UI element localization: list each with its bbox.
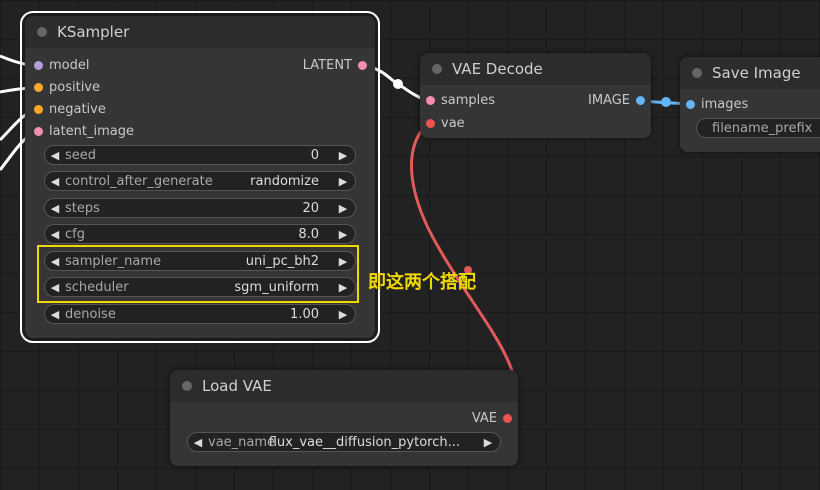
widget-vae-name[interactable]: ◀ vae_name flux_vae__diffusion_pytorch..…	[187, 432, 501, 452]
collapse-dot-icon[interactable]	[37, 27, 47, 37]
increment-arrow-icon[interactable]: ▶	[336, 172, 350, 192]
widget-name: denoise	[65, 307, 116, 322]
widget-value: flux_vae__diffusion_pytorch...	[268, 435, 460, 450]
ksampler-header[interactable]: KSampler	[25, 16, 375, 48]
output-slot-image[interactable]: IMAGE	[545, 93, 645, 109]
increment-arrow-icon[interactable]: ▶	[336, 305, 350, 325]
input-pin-icon[interactable]	[34, 105, 43, 114]
output-label: LATENT	[302, 58, 352, 73]
highlight-box	[37, 245, 359, 303]
collapse-dot-icon[interactable]	[692, 68, 702, 78]
widget-value: randomize	[250, 174, 319, 189]
widget-name: seed	[65, 148, 97, 163]
load-vae-title: Load VAE	[202, 377, 272, 395]
widget-value: 0	[310, 148, 319, 163]
wire-image-midpoint	[661, 97, 671, 107]
widget-name: control_after_generate	[65, 174, 213, 189]
input-pin-icon[interactable]	[686, 100, 695, 109]
input-label: latent_image	[49, 124, 135, 139]
input-label: samples	[441, 93, 496, 108]
collapse-dot-icon[interactable]	[182, 381, 192, 391]
vae-decode-node[interactable]: VAE Decode samples vae IMAGE	[420, 53, 651, 138]
vae-decode-title: VAE Decode	[452, 60, 543, 78]
output-pin-icon[interactable]	[503, 414, 512, 423]
load-vae-node[interactable]: Load VAE VAE ◀ vae_name flux_vae__diffus…	[170, 370, 518, 466]
decrement-arrow-icon[interactable]: ◀	[48, 146, 62, 166]
input-label: images	[701, 97, 749, 112]
output-pin-icon[interactable]	[636, 96, 645, 105]
input-label: vae	[441, 116, 465, 131]
decrement-arrow-icon[interactable]: ◀	[48, 172, 62, 192]
decrement-arrow-icon[interactable]: ◀	[48, 199, 62, 219]
annotation-text: 即这两个搭配	[368, 272, 476, 293]
decrement-arrow-icon[interactable]: ◀	[48, 225, 62, 245]
save-image-node[interactable]: Save Image images filename_prefix	[680, 57, 820, 152]
widget-cfg[interactable]: ◀ cfg 8.0 ▶	[44, 224, 356, 244]
wire-latent	[365, 64, 429, 103]
input-pin-icon[interactable]	[34, 127, 43, 136]
output-slot-latent[interactable]: LATENT	[267, 58, 367, 74]
collapse-dot-icon[interactable]	[432, 64, 442, 74]
widget-denoise[interactable]: ◀ denoise 1.00 ▶	[44, 304, 356, 324]
widget-seed[interactable]: ◀ seed 0 ▶	[44, 145, 356, 165]
load-vae-header[interactable]: Load VAE	[170, 370, 518, 402]
widget-control-after-generate[interactable]: ◀ control_after_generate randomize ▶	[44, 171, 356, 191]
widget-name: cfg	[65, 227, 85, 242]
input-label: negative	[49, 102, 106, 117]
input-label: positive	[49, 80, 100, 95]
output-label: VAE	[471, 411, 497, 426]
input-pin-icon[interactable]	[426, 96, 435, 105]
input-pin-icon[interactable]	[426, 119, 435, 128]
increment-arrow-icon[interactable]: ▶	[336, 225, 350, 245]
decrement-arrow-icon[interactable]: ◀	[191, 433, 205, 453]
increment-arrow-icon[interactable]: ▶	[336, 199, 350, 219]
widget-name: filename_prefix	[712, 121, 813, 136]
widget-value: 1.00	[290, 307, 319, 322]
decrement-arrow-icon[interactable]: ◀	[48, 305, 62, 325]
widget-filename-prefix[interactable]: filename_prefix	[696, 118, 820, 138]
vae-decode-header[interactable]: VAE Decode	[420, 53, 651, 85]
increment-arrow-icon[interactable]: ▶	[481, 433, 495, 453]
widget-value: 20	[302, 201, 319, 216]
input-pin-icon[interactable]	[34, 61, 43, 70]
increment-arrow-icon[interactable]: ▶	[336, 146, 350, 166]
widget-value: 8.0	[298, 227, 319, 242]
output-slot-vae[interactable]: VAE	[412, 411, 512, 427]
output-label: IMAGE	[587, 93, 630, 108]
input-label: model	[49, 58, 90, 73]
widget-name: vae_name	[208, 435, 276, 450]
input-pin-icon[interactable]	[34, 83, 43, 92]
widget-name: steps	[65, 201, 100, 216]
wire-latent-midpoint	[393, 79, 403, 89]
widget-steps[interactable]: ◀ steps 20 ▶	[44, 198, 356, 218]
save-image-title: Save Image	[712, 64, 801, 82]
ksampler-title: KSampler	[57, 23, 130, 41]
output-pin-icon[interactable]	[358, 61, 367, 70]
save-image-header[interactable]: Save Image	[680, 57, 820, 89]
